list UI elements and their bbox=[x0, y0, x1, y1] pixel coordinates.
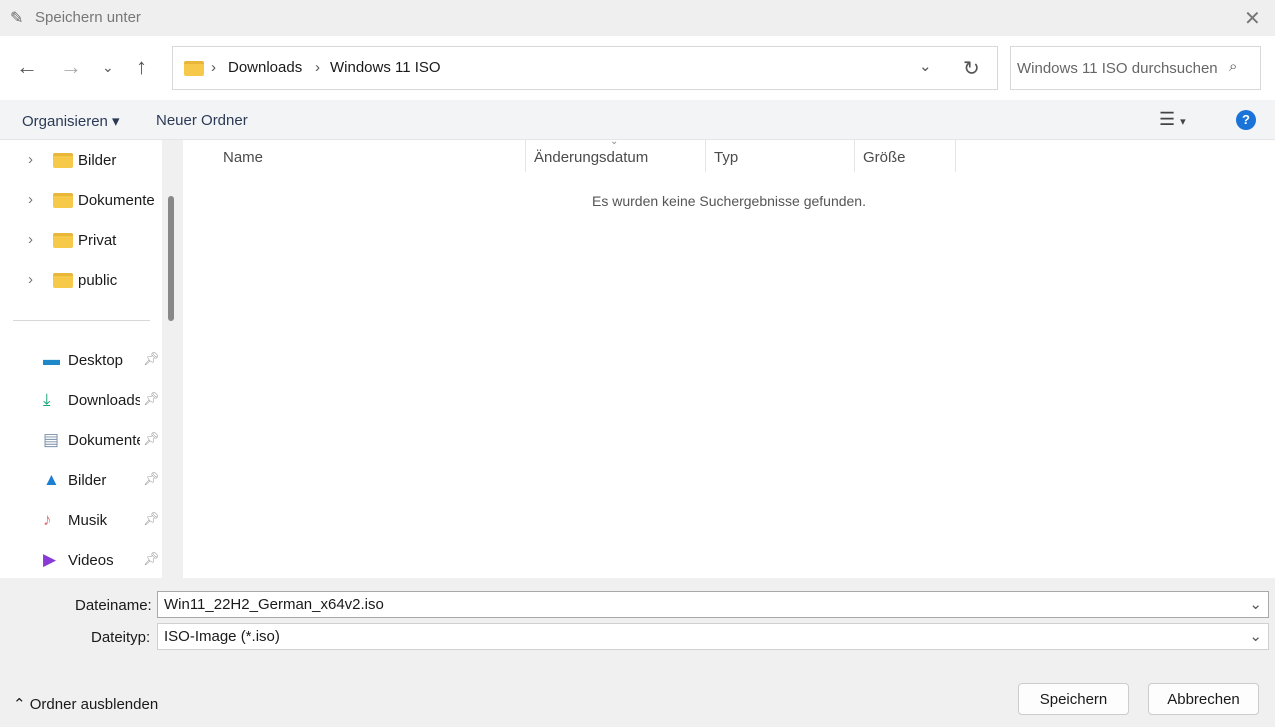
folder-icon bbox=[53, 233, 73, 248]
quick-access-label: Downloads bbox=[68, 392, 140, 409]
chevron-up-icon: ⌃ bbox=[13, 696, 26, 713]
pin-icon[interactable]: 📌︎ bbox=[143, 351, 160, 367]
filename-input[interactable]: Win11_22H2_German_x64v2.iso ⌄ bbox=[157, 591, 1269, 618]
tree-item-privat[interactable]: › Privat bbox=[0, 220, 162, 260]
search-box[interactable]: Windows 11 ISO durchsuchen ⌕ bbox=[1010, 46, 1261, 90]
filename-label: Dateiname: bbox=[75, 597, 152, 614]
window-title: Speichern unter bbox=[35, 9, 141, 26]
desktop-icon: ▬ bbox=[43, 350, 60, 369]
help-icon[interactable]: ? bbox=[1236, 110, 1256, 130]
refresh-icon[interactable]: ↻ bbox=[963, 56, 980, 81]
chevron-right-icon: › bbox=[211, 59, 216, 76]
quick-access-downloads[interactable]: ⤓ Downloads 📌︎ bbox=[0, 380, 162, 420]
tree-item-label: public bbox=[78, 272, 118, 289]
pin-icon[interactable]: 📌︎ bbox=[143, 391, 160, 407]
toolbar: Organisieren ▾ Neuer Ordner ☰ ▾ ? bbox=[0, 100, 1275, 140]
breadcrumb-windows-11-iso[interactable]: Windows 11 ISO bbox=[330, 59, 441, 76]
music-icon: ♪ bbox=[43, 510, 52, 529]
tree-item-public[interactable]: › public bbox=[0, 260, 162, 300]
usb-drive-icon: ✎ bbox=[10, 10, 24, 27]
column-header-date[interactable]: Änderungsdatum bbox=[526, 140, 706, 172]
folder-icon bbox=[184, 61, 204, 76]
hide-folders-label: Ordner ausblenden bbox=[29, 696, 159, 713]
pictures-icon: ▲ bbox=[43, 470, 60, 489]
quick-access-label: Bilder bbox=[68, 472, 107, 489]
folder-icon bbox=[53, 153, 73, 168]
column-header-name[interactable]: Name bbox=[215, 140, 526, 172]
quick-access-desktop[interactable]: ▬ Desktop 📌︎ bbox=[0, 340, 162, 380]
navigation-pane: › Bilder › Dokumente › Privat › public ▬ Desk… bbox=[0, 140, 162, 578]
search-icon[interactable]: ⌕ bbox=[1229, 58, 1237, 75]
search-input[interactable]: Windows 11 ISO durchsuchen bbox=[1017, 60, 1218, 77]
chevron-down-icon[interactable]: ⌄ bbox=[1249, 627, 1262, 645]
pin-icon[interactable]: 📌︎ bbox=[143, 551, 160, 567]
navigation-bar: ← → ⌄ ↑ › Downloads › Windows 11 ISO ⌄ ↻… bbox=[0, 36, 1275, 100]
quick-access-label: Musik bbox=[68, 512, 108, 529]
quick-access-label: Desktop bbox=[68, 352, 124, 369]
download-icon: ⤓ bbox=[43, 390, 51, 409]
filetype-select[interactable]: ISO-Image (*.iso) ⌄ bbox=[157, 623, 1269, 650]
quick-access-videos[interactable]: ▶ Videos 📌︎ bbox=[0, 540, 162, 580]
title-bar: ✎ Speichern unter ✕ bbox=[0, 0, 1275, 36]
document-icon: ▤ bbox=[43, 430, 60, 449]
file-list: ⌄ Name Änderungsdatum Typ Größe Es wurde… bbox=[183, 136, 1275, 578]
quick-access-label: Dokumente bbox=[68, 432, 140, 449]
address-bar[interactable]: › Downloads › Windows 11 ISO ⌄ ↻ bbox=[172, 46, 998, 90]
new-folder-button[interactable]: Neuer Ordner bbox=[156, 112, 248, 129]
save-form: Dateiname: Win11_22H2_German_x64v2.iso ⌄ … bbox=[0, 578, 1275, 727]
cancel-button[interactable]: Abbrechen bbox=[1148, 683, 1259, 715]
forward-button[interactable]: → bbox=[60, 56, 82, 78]
quick-access-bilder[interactable]: ▲ Bilder 📌︎ bbox=[0, 460, 162, 500]
column-header-type[interactable]: Typ bbox=[706, 140, 855, 172]
chevron-down-icon[interactable]: ⌄ bbox=[1249, 595, 1262, 613]
save-button[interactable]: Speichern bbox=[1018, 683, 1129, 715]
filename-value: Win11_22H2_German_x64v2.iso bbox=[164, 596, 384, 613]
quick-access-musik[interactable]: ♪ Musik 📌︎ bbox=[0, 500, 162, 540]
recent-locations-button[interactable]: ⌄ bbox=[102, 56, 114, 78]
tree-item-label: Dokumente bbox=[78, 192, 155, 209]
pin-icon[interactable]: 📌︎ bbox=[143, 511, 160, 527]
filetype-label: Dateityp: bbox=[91, 629, 151, 646]
hide-folders-button[interactable]: ⌃ Ordner ausblenden bbox=[13, 695, 158, 713]
quick-access-dokumente[interactable]: ▤ Dokumente 📌︎ bbox=[0, 420, 162, 460]
tree-item-label: Bilder bbox=[78, 152, 117, 169]
folder-icon bbox=[53, 273, 73, 288]
pin-icon[interactable]: 📌︎ bbox=[143, 471, 160, 487]
tree-item-label: Privat bbox=[78, 232, 117, 249]
chevron-down-icon[interactable]: ⌄ bbox=[919, 57, 932, 75]
view-options-button[interactable]: ☰ ▾ bbox=[1159, 109, 1186, 130]
scrollbar-thumb[interactable] bbox=[168, 196, 174, 321]
tree-item-bilder[interactable]: › Bilder bbox=[0, 140, 162, 180]
back-button[interactable]: ← bbox=[16, 56, 38, 78]
filetype-value: ISO-Image (*.iso) bbox=[164, 628, 280, 645]
column-header-size[interactable]: Größe bbox=[855, 140, 956, 172]
empty-message: Es wurden keine Suchergebnisse gefunden. bbox=[592, 193, 866, 209]
scrollbar[interactable] bbox=[162, 140, 182, 578]
chevron-right-icon: › bbox=[315, 59, 320, 76]
quick-access-label: Videos bbox=[68, 552, 114, 569]
up-button[interactable]: ↑ bbox=[136, 56, 147, 78]
divider bbox=[13, 320, 150, 321]
organize-label: Organisieren bbox=[22, 113, 108, 130]
videos-icon: ▶ bbox=[43, 550, 57, 569]
organize-button[interactable]: Organisieren ▾ bbox=[22, 112, 120, 130]
pin-icon[interactable]: 📌︎ bbox=[143, 431, 160, 447]
close-icon[interactable]: ✕ bbox=[1244, 6, 1261, 31]
folder-icon bbox=[53, 193, 73, 208]
breadcrumb-downloads[interactable]: Downloads bbox=[228, 59, 302, 76]
tree-item-dokumente[interactable]: › Dokumente bbox=[0, 180, 162, 220]
